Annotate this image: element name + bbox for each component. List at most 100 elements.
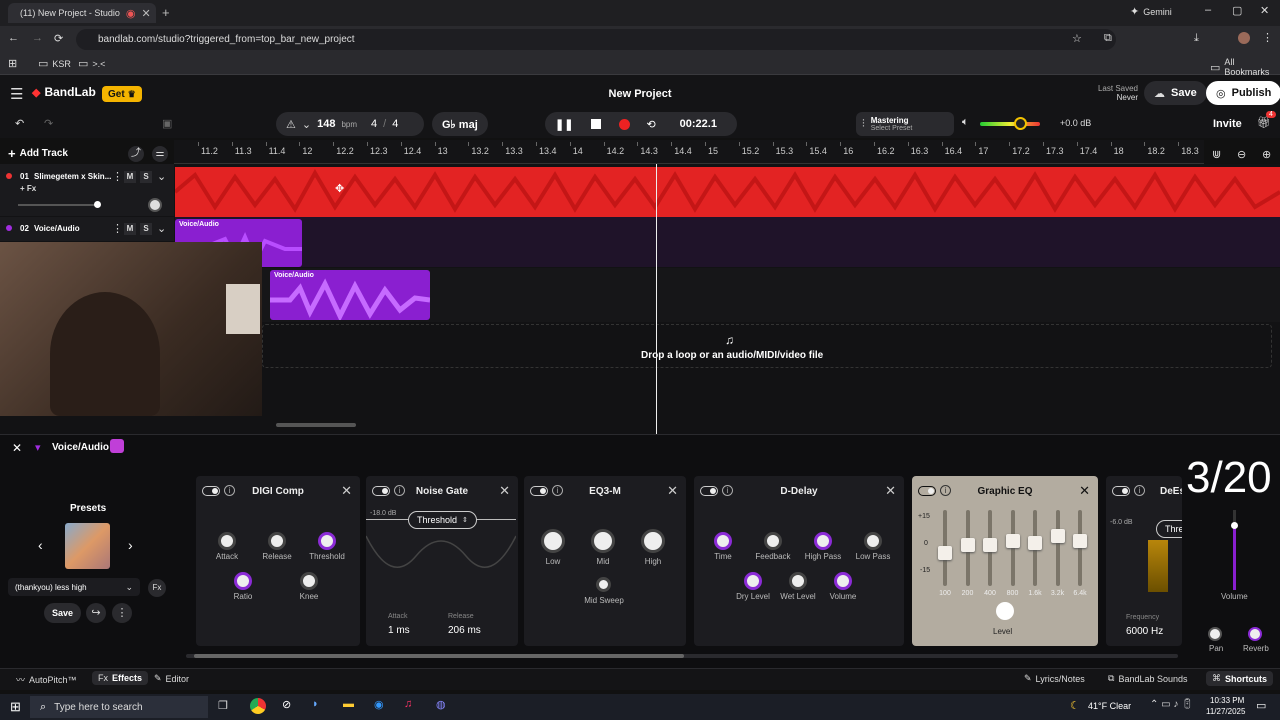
solo-button[interactable]: S [140,171,152,183]
bookmark-ksr[interactable]: ▭ KSR [38,57,71,70]
add-track-button[interactable]: + Add Track [8,146,68,161]
preset-thumbnail[interactable] [65,523,110,569]
mastering-button[interactable]: ⫶ Mastering Select Preset [856,112,954,136]
clock-date[interactable]: 11/27/2025 [1206,707,1245,716]
save-button[interactable]: ☁ Save [1144,81,1207,105]
preset-next-icon[interactable]: › [128,537,133,553]
release-knob[interactable] [268,532,286,550]
mute-button[interactable]: M [124,171,136,183]
app-icon[interactable]: ⊘ [282,698,291,711]
record-icon[interactable] [619,118,631,130]
minimize-icon[interactable]: – [1205,4,1211,16]
collapse-chevron-icon[interactable]: ⌄ [157,170,166,183]
windows-start-icon[interactable]: ⊞ [10,699,21,715]
attack-knob[interactable] [218,532,236,550]
speaker-mute-icon[interactable]: 🔈︎ [962,116,969,129]
chevron-down-icon[interactable]: ⌄ [302,118,311,131]
track-volume-thumb[interactable] [94,201,101,208]
eq-band-slider[interactable] [983,538,997,552]
high-pass-knob[interactable] [814,532,832,550]
stop-icon[interactable] [591,119,602,129]
zoom-out-icon[interactable]: ⊖ [1237,148,1246,161]
pan-knob[interactable] [1208,627,1222,641]
autopitch-tab[interactable]: 〰 AutoPitch™ [16,673,77,686]
url-field[interactable]: bandlab.com/studio?triggered_from=top_ba… [76,29,1116,50]
undo-icon[interactable]: ↶ [15,117,24,130]
metronome-icon[interactable]: ⚠ [286,118,296,131]
timeline-scrollbar[interactable] [276,423,356,427]
low-knob[interactable] [541,529,565,553]
track-2-lane[interactable] [175,217,1280,267]
track-header-2[interactable]: 02 Voice/Audio ⋮ M S ⌄ [0,217,174,241]
remove-effect-icon[interactable]: ✕ [341,483,352,499]
add-fx-button[interactable]: + Fx [20,184,36,193]
deess-mode-select[interactable]: Thresho [1156,520,1182,538]
master-volume-slider[interactable] [980,117,1040,130]
time-sig-numerator[interactable]: 4 [371,118,377,130]
browser-tab[interactable]: (11) New Project - Studio ◉ ✕ [8,3,156,23]
apps-grid-icon[interactable]: ⊞ [8,57,17,70]
bandlab-logo[interactable]: ◆ BandLab [32,85,96,99]
timeline-ruler[interactable]: 11.2 11.3 11.4 12 12.2 12.3 12.4 13 13.2 13.3 13.4… [174,140,1204,164]
zoom-in-icon[interactable]: ⊕ [1262,148,1271,161]
weather-text[interactable]: 41°F Clear [1088,701,1131,711]
remove-effect-icon[interactable]: ✕ [1079,483,1090,499]
track-record-icon[interactable] [6,225,12,231]
loop-icon[interactable]: ⟲ [646,118,655,131]
track-header-1[interactable]: 01 Slimegetem x Skin... ⋮ M S ⌄ + Fx [0,164,174,216]
threshold-knob[interactable] [318,532,336,550]
eq-band-track[interactable] [1010,510,1015,586]
get-button[interactable]: Get ♛ [102,86,142,102]
gemini-button[interactable]: ✦ Gemini [1130,5,1172,18]
preset-more-icon[interactable]: ⋮ [112,603,132,623]
key-selector[interactable]: G♭ maj [432,112,488,136]
system-tray-icons[interactable]: ⌃ ▭ ♪ 🔋︎ [1150,699,1194,710]
track-menu-icon[interactable]: ⋮ [112,222,123,235]
magnet-snap-icon[interactable]: ⋓ [1212,148,1221,161]
menu-dots-icon[interactable]: ⋮ [1262,31,1273,44]
mid-knob[interactable] [591,529,615,553]
editor-tab[interactable]: ✎ Editor [154,673,189,684]
eq-band-slider[interactable] [1050,529,1065,543]
eq-band-slider[interactable] [938,546,952,560]
eq-band-slider[interactable] [960,538,975,552]
low-pass-knob[interactable] [864,532,882,550]
notification-icon[interactable]: ▭ [1256,699,1266,712]
collapse-chevron-icon[interactable]: ⌄ [157,222,166,235]
time-knob[interactable] [714,532,732,550]
wet-level-knob[interactable] [789,572,807,590]
grid-toggle-icon[interactable]: ▣ [162,117,172,130]
effects-scrollbar-thumb[interactable] [194,654,684,658]
redo-icon[interactable]: ↷ [44,117,53,130]
extensions-icon[interactable]: ⧉ [1104,32,1112,45]
solo-button[interactable]: S [140,223,152,235]
bookmark-star-icon[interactable]: ☆ [1072,32,1082,45]
discord-icon[interactable]: ◍ [436,698,446,711]
all-bookmarks[interactable]: ▭ All Bookmarks [1210,57,1280,77]
invite-button[interactable]: Invite [1213,118,1242,130]
bandlab-sounds-button[interactable]: ⧉ BandLab Sounds [1108,673,1188,684]
track-volume-slider[interactable] [18,201,101,208]
attack-value[interactable]: 1 ms [388,625,410,636]
profile-avatar[interactable] [1238,32,1250,44]
steam-icon[interactable]: ◗ [312,698,319,710]
music-app-icon[interactable]: ♫ [404,698,412,710]
clock-time[interactable]: 10:33 PM [1210,696,1244,705]
eq-band-slider[interactable] [1005,534,1020,548]
track-record-icon[interactable] [6,173,12,179]
eq-band-track[interactable] [1078,510,1082,586]
release-value[interactable]: 206 ms [448,625,481,636]
close-panel-icon[interactable]: ✕ [12,441,22,455]
mute-button[interactable]: M [124,223,136,235]
knee-knob[interactable] [300,572,318,590]
new-tab-icon[interactable]: + [162,5,170,20]
track-settings-icon[interactable]: ⚌ [152,146,168,162]
level-knob[interactable] [996,602,1014,620]
pause-icon[interactable]: ❚❚ [555,118,573,131]
share-icon[interactable]: ↪ [86,603,106,623]
fader-thumb[interactable] [1231,522,1238,529]
dry-level-knob[interactable] [744,572,762,590]
track-volume-fader[interactable] [1231,510,1238,590]
track-pan-knob[interactable] [148,198,162,212]
eq-band-slider[interactable] [1028,536,1042,550]
